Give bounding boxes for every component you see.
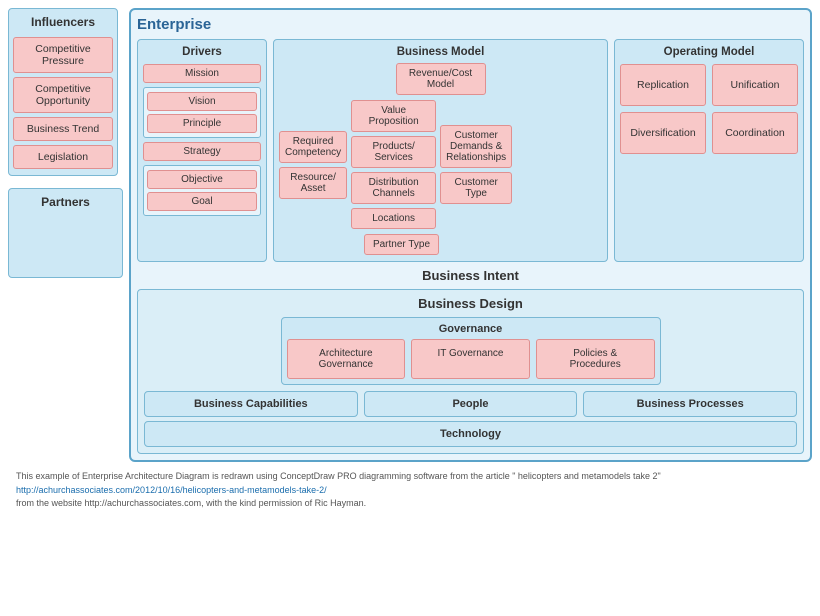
enterprise-title: Enterprise xyxy=(137,16,804,33)
influencers-box: Influencers CompetitivePressure Competit… xyxy=(8,8,118,176)
bm-mid-col: ValueProposition Products/Services Distr… xyxy=(351,100,436,229)
driver-mission: Mission xyxy=(143,64,261,83)
partners-title: Partners xyxy=(13,195,118,209)
bm-left-col: RequiredCompetency Resource/Asset xyxy=(279,131,347,199)
footer-text2: from the website http://achurchassociate… xyxy=(16,497,804,511)
driver-goal: Goal xyxy=(147,192,257,211)
bm-distribution-channels: DistributionChannels xyxy=(351,172,436,204)
bm-revenue-cost: Revenue/CostModel xyxy=(396,63,486,95)
governance-box: Governance ArchitectureGovernance IT Gov… xyxy=(281,317,661,385)
gov-policies-procedures: Policies &Procedures xyxy=(536,339,655,379)
driver-principle: Principle xyxy=(147,114,257,133)
footer: This example of Enterprise Architecture … xyxy=(8,466,812,515)
left-panel: Influencers CompetitivePressure Competit… xyxy=(8,8,123,462)
bm-customer-demands: CustomerDemands &Relationships xyxy=(440,125,512,168)
operating-model-box: Operating Model Replication Unification … xyxy=(614,39,804,262)
bottom-row: Business Capabilities People Business Pr… xyxy=(144,391,797,417)
bm-value-proposition: ValueProposition xyxy=(351,100,436,132)
diagram-area: Influencers CompetitivePressure Competit… xyxy=(8,8,812,462)
driver-vision-group: Vision Principle xyxy=(143,87,261,138)
business-design-title: Business Design xyxy=(144,296,797,311)
om-coordination: Coordination xyxy=(712,112,798,154)
technology-label: Technology xyxy=(440,428,501,440)
inf-item-competitive-opportunity: CompetitiveOpportunity xyxy=(13,77,113,113)
influencers-title: Influencers xyxy=(13,15,113,29)
operating-model-title: Operating Model xyxy=(620,46,798,58)
om-unification: Unification xyxy=(712,64,798,106)
enterprise-box: Enterprise Drivers Mission Vision Princi… xyxy=(129,8,812,462)
main-container: Influencers CompetitivePressure Competit… xyxy=(0,0,820,523)
gov-items: ArchitectureGovernance IT Governance Pol… xyxy=(287,339,655,379)
people-box: People xyxy=(364,391,578,417)
business-processes-box: Business Processes xyxy=(583,391,797,417)
bm-locations: Locations xyxy=(351,208,436,229)
driver-vision: Vision xyxy=(147,92,257,111)
business-capabilities-label: Business Capabilities xyxy=(194,398,308,410)
inf-item-business-trend: Business Trend xyxy=(13,117,113,141)
people-label: People xyxy=(452,398,488,410)
om-grid: Replication Unification Diversification … xyxy=(620,64,798,154)
business-design-box: Business Design Governance ArchitectureG… xyxy=(137,289,804,454)
om-replication: Replication xyxy=(620,64,706,106)
inf-item-competitive-pressure: CompetitivePressure xyxy=(13,37,113,73)
bm-required-competency: RequiredCompetency xyxy=(279,131,347,163)
inf-item-legislation: Legislation xyxy=(13,145,113,169)
drivers-title: Drivers xyxy=(143,46,261,58)
governance-title: Governance xyxy=(287,323,655,335)
driver-objective-group: Objective Goal xyxy=(143,165,261,216)
business-model-title: Business Model xyxy=(279,46,602,58)
technology-box: Technology xyxy=(144,421,797,447)
bm-partner-row: Partner Type xyxy=(279,234,602,255)
bm-partner-type: Partner Type xyxy=(364,234,439,255)
om-diversification: Diversification xyxy=(620,112,706,154)
partners-box: Partners xyxy=(8,188,123,278)
bm-customer-type: CustomerType xyxy=(440,172,512,204)
business-model-box: Business Model Revenue/CostModel Require… xyxy=(273,39,608,262)
footer-text1: This example of Enterprise Architecture … xyxy=(16,470,804,484)
gov-it-governance: IT Governance xyxy=(411,339,530,379)
footer-link[interactable]: http://achurchassociates.com/2012/10/16/… xyxy=(16,485,327,495)
bm-right-col: CustomerDemands &Relationships CustomerT… xyxy=(440,125,512,204)
driver-strategy: Strategy xyxy=(143,142,261,161)
gov-arch-governance: ArchitectureGovernance xyxy=(287,339,406,379)
bm-products-services: Products/Services xyxy=(351,136,436,168)
bm-main-grid: RequiredCompetency Resource/Asset ValueP… xyxy=(279,100,602,229)
business-intent-label: Business Intent xyxy=(137,266,804,285)
business-processes-label: Business Processes xyxy=(637,398,744,410)
bm-resource-asset: Resource/Asset xyxy=(279,167,347,199)
driver-objective: Objective xyxy=(147,170,257,189)
drivers-box: Drivers Mission Vision Principle Strateg… xyxy=(137,39,267,262)
business-intent-row: Drivers Mission Vision Principle Strateg… xyxy=(137,39,804,262)
business-capabilities-box: Business Capabilities xyxy=(144,391,358,417)
